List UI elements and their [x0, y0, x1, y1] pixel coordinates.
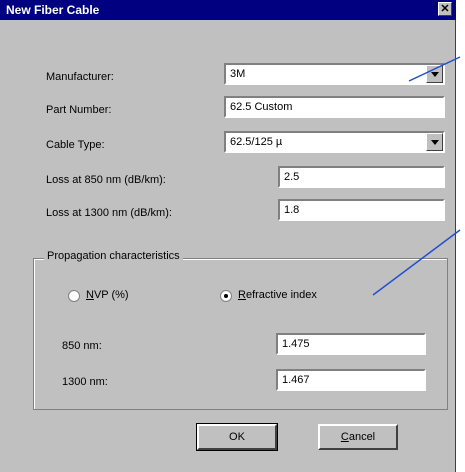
callout-line-refractive — [372, 229, 461, 296]
callout-lines — [372, 56, 461, 296]
callout-line-manufacturer — [408, 56, 461, 82]
